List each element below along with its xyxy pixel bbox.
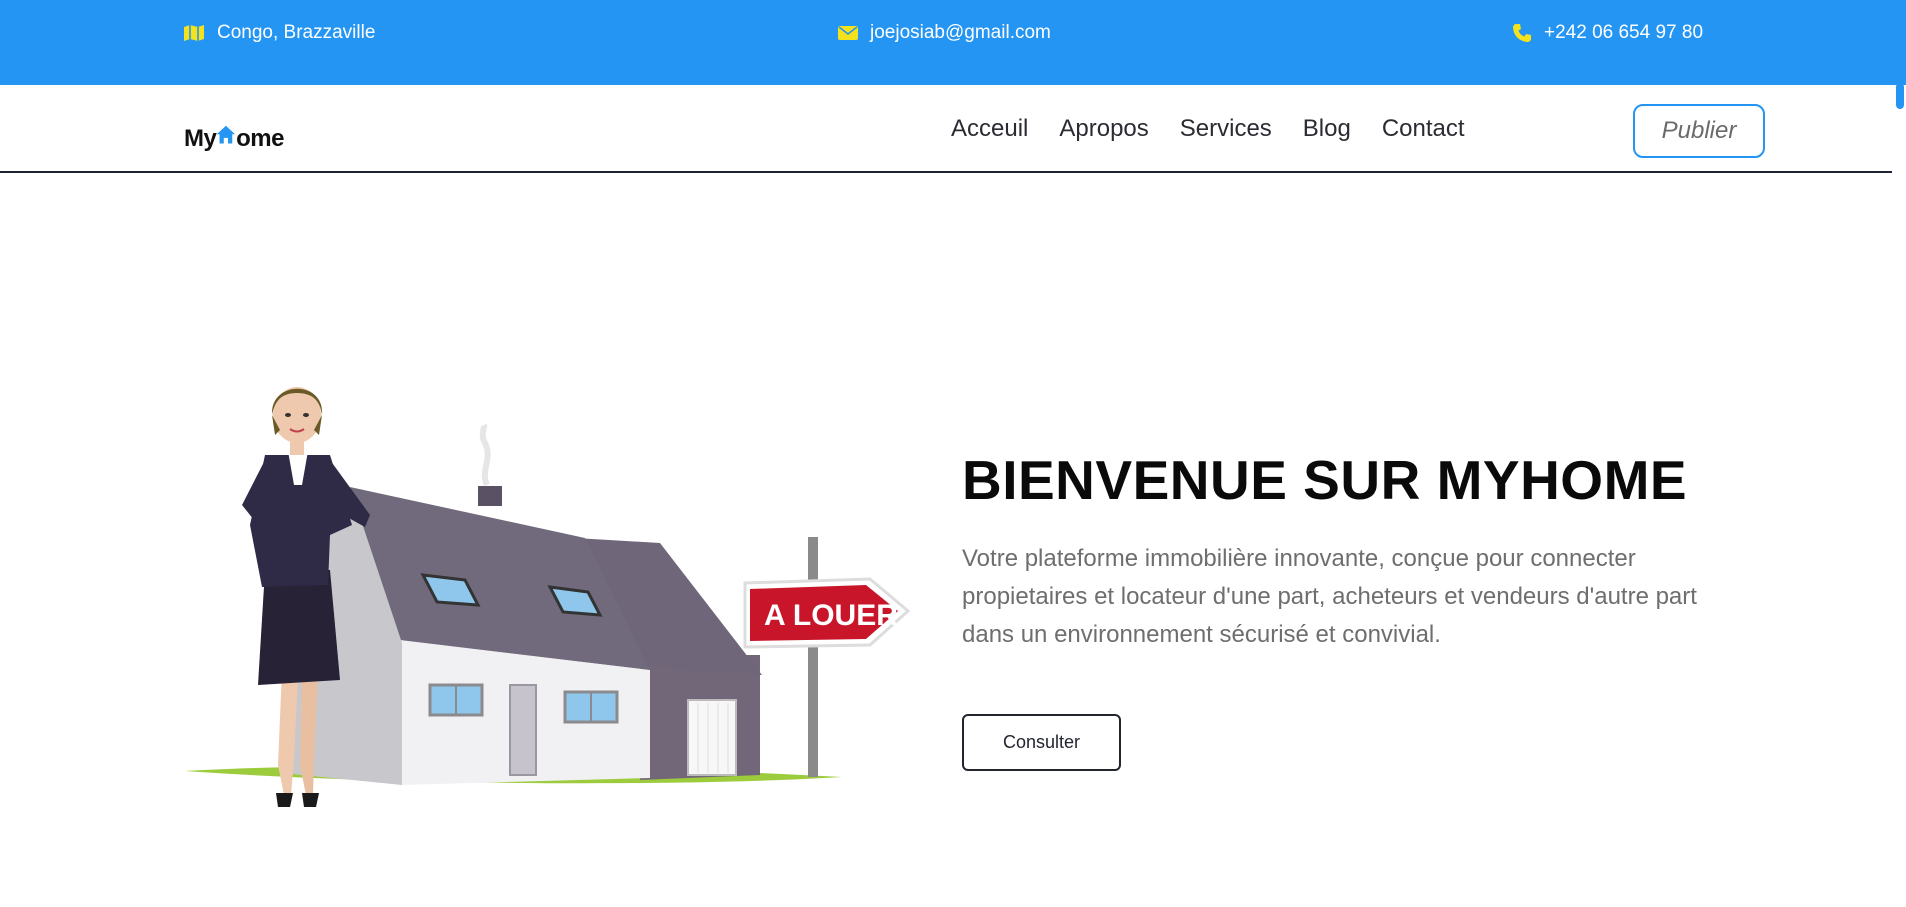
nav-links: Acceuil Apropos Services Blog Contact [951,115,1496,143]
envelope-icon [838,26,858,40]
top-info-bar: Congo, Brazzaville joejosiab@gmail.com +… [0,0,1906,85]
phone-text[interactable]: +242 06 654 97 80 [1544,22,1703,44]
site-logo[interactable]: My ome [184,111,284,151]
consult-button[interactable]: Consulter [962,714,1121,771]
logo-suffix: ome [236,125,284,152]
house-chimney [478,486,502,506]
hero-title: BIENVENUE SUR MYHOME [962,449,1688,511]
nav-link-contact[interactable]: Contact [1382,115,1465,143]
logo-prefix: My [184,125,217,152]
hero-description: Votre plateforme immobilière innovante, … [962,545,1697,648]
sign-post [808,537,818,777]
main-navbar: My ome Acceuil Apropos Services Blog Con… [0,85,1892,173]
nav-link-services[interactable]: Services [1180,115,1272,143]
house-door [509,684,537,776]
garage-door [687,699,737,776]
phone-info[interactable]: +242 06 654 97 80 [1512,20,1703,46]
chimney-smoke [479,423,491,487]
nav-link-blog[interactable]: Blog [1303,115,1351,143]
location-text: Congo, Brazzaville [217,22,376,43]
scrollbar[interactable] [1892,85,1906,907]
scrollbar-thumb[interactable] [1896,83,1904,109]
nav-link-acceuil[interactable]: Acceuil [951,115,1028,143]
house-icon [217,125,236,144]
location-info: Congo, Brazzaville [183,20,375,46]
nav-link-apropos[interactable]: Apropos [1059,115,1148,143]
phone-icon [1513,24,1531,42]
hero-illustration: A LOUER [185,387,911,807]
sign-text: A LOUER [764,599,898,632]
map-icon [184,25,204,41]
publish-button[interactable]: Publier [1633,104,1765,158]
email-text[interactable]: joejosiab@gmail.com [870,22,1051,44]
email-info[interactable]: joejosiab@gmail.com [838,20,1051,46]
